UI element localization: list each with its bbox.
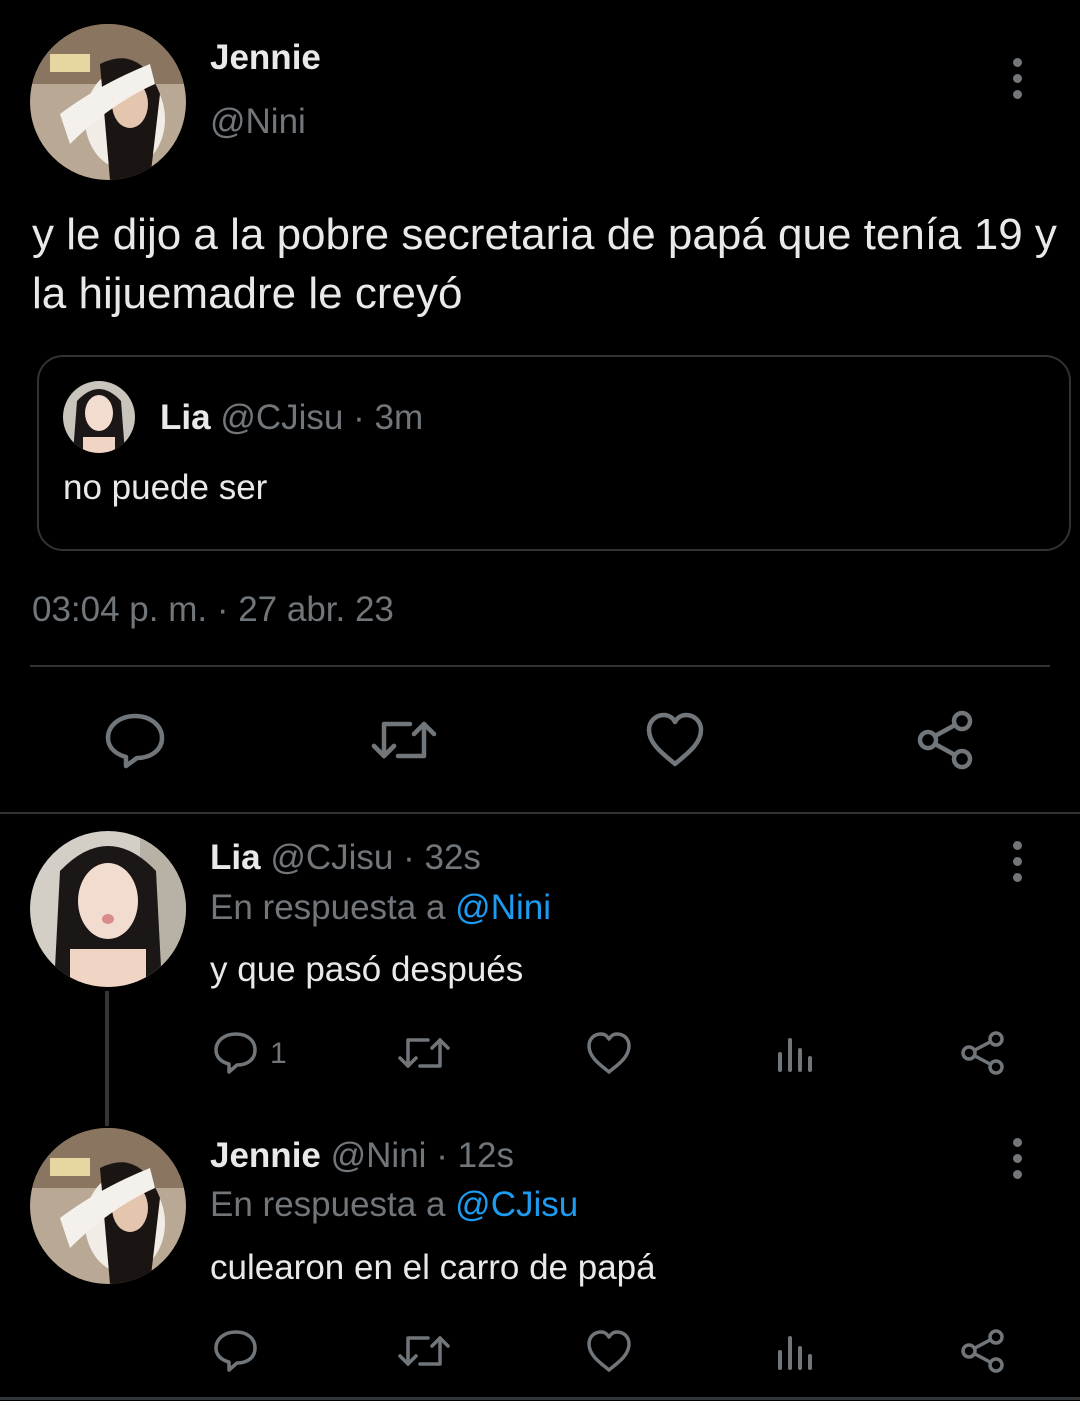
more-icon[interactable] <box>1011 841 1023 882</box>
reply-text: y que pasó después <box>210 950 524 989</box>
reply-author-handle[interactable]: @Nini <box>331 1136 427 1175</box>
tweet-text: y le dijo a la pobre secretaria de papá … <box>32 210 1057 318</box>
divider <box>30 665 1050 667</box>
reply-text: culearon en el carro de papá <box>210 1248 656 1287</box>
retweet-icon[interactable] <box>396 1328 452 1374</box>
more-icon[interactable] <box>1011 1138 1023 1179</box>
views-icon[interactable] <box>774 1030 818 1076</box>
in-reply-prefix: En respuesta a <box>210 1185 446 1224</box>
share-icon[interactable] <box>914 710 976 770</box>
quoted-author-name: Lia <box>160 398 211 437</box>
more-icon[interactable] <box>1011 58 1023 99</box>
in-reply-to: En respuesta a @Nini <box>210 888 551 928</box>
like-icon[interactable] <box>585 1328 633 1374</box>
quoted-time: · 3m <box>353 398 424 437</box>
author-handle[interactable]: @Nini <box>210 102 306 142</box>
avatar-lia[interactable] <box>30 831 186 987</box>
reply-header: Jennie @Nini · 12s <box>210 1136 514 1176</box>
thread-line <box>105 991 109 1126</box>
reply-author-name[interactable]: Jennie <box>210 1136 321 1175</box>
section-divider <box>0 812 1080 814</box>
reply-time: · 32s <box>403 838 481 877</box>
reply-count: 1 <box>270 1037 287 1070</box>
reply-author-name[interactable]: Lia <box>210 838 261 877</box>
like-icon[interactable] <box>585 1030 633 1076</box>
reply-time: · 12s <box>436 1136 514 1175</box>
share-icon[interactable] <box>958 1328 1008 1374</box>
share-icon[interactable] <box>958 1030 1008 1076</box>
author-name[interactable]: Jennie <box>210 38 321 78</box>
reply-icon[interactable] <box>213 1030 259 1076</box>
reply-icon[interactable] <box>213 1328 259 1374</box>
bottom-divider <box>0 1397 1080 1400</box>
tweet-timestamp: 03:04 p. m. · 27 abr. 23 <box>32 590 394 629</box>
in-reply-handle[interactable]: @CJisu <box>455 1185 578 1224</box>
retweet-icon[interactable] <box>396 1030 452 1076</box>
quoted-author-handle: @CJisu <box>220 398 344 437</box>
quoted-text: no puede ser <box>63 468 268 507</box>
avatar-jennie[interactable] <box>30 24 186 180</box>
in-reply-handle[interactable]: @Nini <box>455 888 551 927</box>
quoted-tweet-card[interactable] <box>37 355 1071 551</box>
quoted-header: Lia @CJisu · 3m <box>160 398 423 438</box>
in-reply-prefix: En respuesta a <box>210 888 446 927</box>
reply-header: Lia @CJisu · 32s <box>210 838 481 878</box>
views-icon[interactable] <box>774 1328 818 1374</box>
reply-author-handle[interactable]: @CJisu <box>270 838 393 877</box>
reply-icon[interactable] <box>104 710 166 770</box>
avatar-lia-small <box>63 381 135 453</box>
avatar-jennie[interactable] <box>30 1128 186 1284</box>
like-icon[interactable] <box>644 710 706 770</box>
in-reply-to: En respuesta a @CJisu <box>210 1185 578 1225</box>
retweet-icon[interactable] <box>368 710 440 770</box>
